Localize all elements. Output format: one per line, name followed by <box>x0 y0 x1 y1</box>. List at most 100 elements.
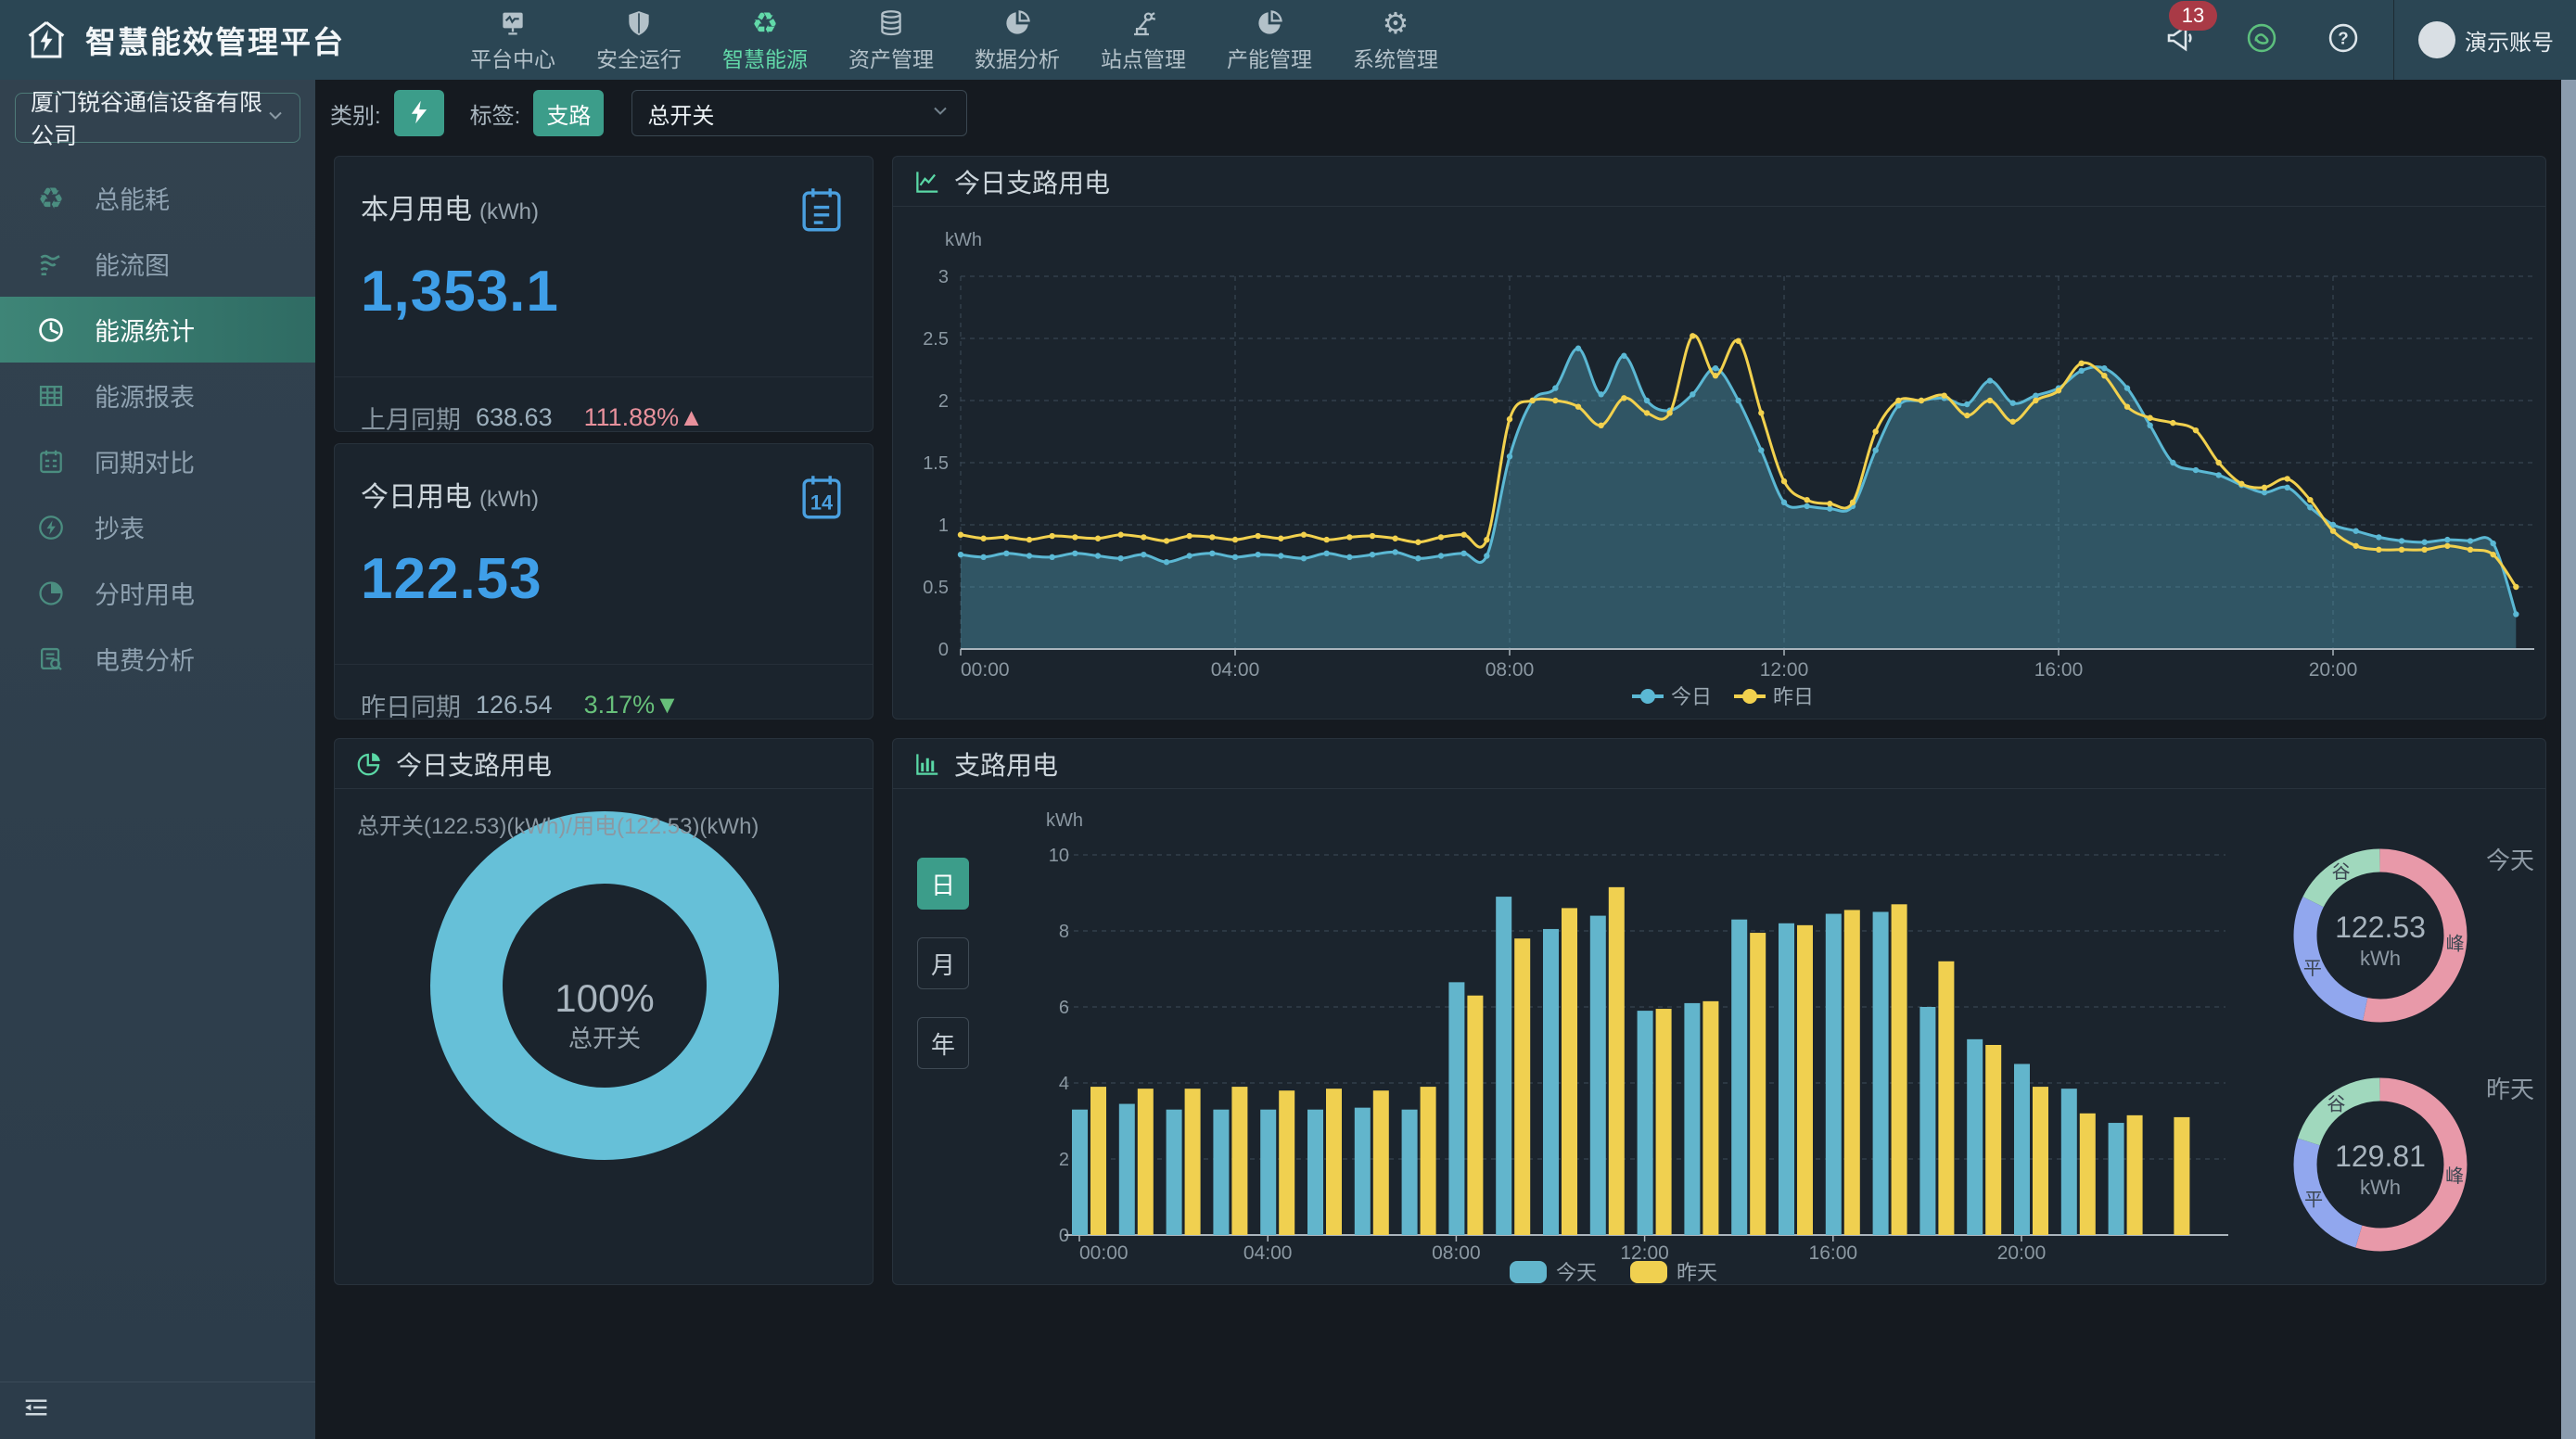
nav-item-label: 系统管理 <box>1353 42 1438 73</box>
bar-today-h15 <box>1779 923 1794 1235</box>
company-select-value: 厦门锐谷通信设备有限公司 <box>31 84 264 151</box>
sidebar-item-label: 总能耗 <box>95 180 170 216</box>
nav-item-数据分析[interactable]: 数据分析 <box>973 6 1062 73</box>
lightning-bolt-icon <box>406 99 432 128</box>
top-bar: 智慧能效管理平台 平台中心 安全运行 ♻智慧能源资产管理数据分析站点管理 产能管理 ⚙ 系… <box>0 0 2576 80</box>
app-title: 智慧能效管理平台 <box>85 18 345 62</box>
green-link-icon[interactable] <box>2245 21 2278 59</box>
bar-today-h21 <box>2061 1089 2077 1235</box>
line-chart-legend[interactable]: 今日昨日 <box>1632 685 1814 708</box>
bar-today-h11 <box>1590 916 1606 1235</box>
nav-item-资产管理[interactable]: 资产管理 <box>847 6 936 73</box>
help-icon[interactable]: ? <box>2327 21 2360 59</box>
svg-text:谷: 谷 <box>2332 861 2351 883</box>
nav-item-智慧能源[interactable]: ♻智慧能源 <box>721 6 810 73</box>
nav-item-站点管理[interactable]: 站点管理 <box>1099 6 1188 73</box>
tag-label: 标签: <box>470 97 521 130</box>
recycle-icon: ♻ <box>35 183 67 214</box>
svg-text:峰: 峰 <box>2446 933 2465 954</box>
category-electric-button[interactable] <box>394 90 444 136</box>
svg-text:昨日: 昨日 <box>1773 685 1814 708</box>
bar-today-h3 <box>1213 1110 1229 1235</box>
bar-today-h16 <box>1826 914 1842 1235</box>
branch-select-value: 总开关 <box>647 97 714 130</box>
notification-bell-icon[interactable]: 13 <box>2163 21 2197 59</box>
avatar[interactable] <box>2418 21 2455 58</box>
svg-text:10: 10 <box>1049 846 1069 866</box>
sidebar-item-能源统计[interactable]: 能源统计 <box>0 297 315 363</box>
bar-chart-legend[interactable]: 今天昨天 <box>1510 1261 1717 1284</box>
sidebar-item-同期对比[interactable]: 同期对比 <box>0 428 315 494</box>
bar-yesterday-h4 <box>1279 1090 1294 1235</box>
down-arrow-icon: ▼ <box>655 691 680 719</box>
bar-yesterday-h0 <box>1090 1087 1106 1235</box>
branch-select[interactable]: 总开关 <box>631 90 967 136</box>
percent-down: 3.17%▼ <box>584 691 680 720</box>
svg-text:总开关: 总开关 <box>568 1025 641 1052</box>
svg-text:12:00: 12:00 <box>1620 1242 1669 1264</box>
nav-item-label: 智慧能源 <box>722 42 808 73</box>
pie-chart-icon <box>355 750 383 778</box>
bar-today-h19 <box>1967 1039 1983 1235</box>
svg-text:kWh: kWh <box>2360 947 2401 970</box>
bar-today-h1 <box>1119 1104 1135 1235</box>
month-usage-value: 1,353.1 <box>361 259 559 325</box>
bar-chart-svg: kWh024681000:0004:0008:0012:0016:0020:00… <box>893 789 2545 1284</box>
bar-today-h10 <box>1543 929 1559 1235</box>
nav-item-平台中心[interactable]: 平台中心 <box>468 6 557 73</box>
flow-icon <box>35 248 67 280</box>
divider <box>335 664 873 665</box>
sidebar-item-label: 电费分析 <box>95 641 195 677</box>
svg-text:?: ? <box>2338 28 2348 47</box>
bar-today-h2 <box>1167 1110 1182 1235</box>
bar-today-h22 <box>2109 1123 2124 1235</box>
bar-today-h20 <box>2014 1064 2030 1236</box>
today-usage-compare: 昨日同期 126.54 3.17%▼ <box>361 687 680 723</box>
gear-icon: ⚙ <box>1383 6 1409 38</box>
calendar-14-icon: 14 <box>795 470 848 528</box>
tag-branch-button[interactable]: 支路 <box>533 90 604 136</box>
company-select[interactable]: 厦门锐谷通信设备有限公司 <box>15 93 300 143</box>
sidebar-item-电费分析[interactable]: 电费分析 <box>0 626 315 692</box>
sidebar-item-label: 同期对比 <box>95 443 195 479</box>
sidebar-item-能流图[interactable]: 能流图 <box>0 231 315 297</box>
line-chart-plot: kWh00.511.522.5300:0004:0008:0012:0016:0… <box>923 230 2534 681</box>
svg-text:2: 2 <box>938 391 949 412</box>
bolt-circle-icon <box>35 512 67 543</box>
sidebar-item-分时用电[interactable]: 分时用电 <box>0 560 315 626</box>
vertical-scrollbar[interactable] <box>2561 80 2576 1439</box>
bar-yesterday-h10 <box>1562 908 1577 1235</box>
svg-text:0.5: 0.5 <box>923 578 949 598</box>
bar-yesterday-h3 <box>1231 1087 1247 1235</box>
svg-text:2.5: 2.5 <box>923 329 949 350</box>
nav-item-产能管理[interactable]: 产能管理 <box>1225 6 1314 73</box>
sidebar-item-抄表[interactable]: 抄表 <box>0 494 315 560</box>
sidebar-collapse[interactable] <box>0 1382 315 1439</box>
line-chart-icon <box>913 168 941 196</box>
svg-text:昨天: 昨天 <box>2486 1076 2534 1103</box>
nav-item-系统管理[interactable]: ⚙ 系统管理 <box>1351 6 1440 73</box>
svg-text:122.53: 122.53 <box>2335 911 2426 944</box>
sidebar-item-总能耗[interactable]: ♻ 总能耗 <box>0 165 315 231</box>
svg-text:16:00: 16:00 <box>1809 1242 1858 1264</box>
sidebar-menu: ♻ 总能耗能流图能源统计能源报表同期对比抄表分时用电电费分析 <box>0 165 315 692</box>
nav-item-安全运行[interactable]: 安全运行 <box>594 6 683 73</box>
category-label: 类别: <box>330 97 381 130</box>
account-name[interactable]: 演示账号 <box>2465 24 2554 57</box>
bar-today-h14 <box>1731 920 1747 1235</box>
nav-item-label: 平台中心 <box>470 42 555 73</box>
percent-up: 111.88%▲ <box>584 403 704 432</box>
bar-yesterday-h18 <box>1938 961 1954 1235</box>
bar-today-h17 <box>1873 912 1889 1236</box>
svg-text:4: 4 <box>1059 1074 1069 1094</box>
bar-yesterday-h22 <box>2127 1115 2143 1235</box>
total-switch-donut: 100%总开关 <box>466 847 743 1124</box>
line-chart-svg: kWh00.511.522.5300:0004:0008:0012:0016:0… <box>893 207 2545 719</box>
bar-today-h8 <box>1448 982 1464 1235</box>
donut-card-title: 今日支路用电 <box>396 745 552 783</box>
svg-text:00:00: 00:00 <box>1079 1242 1129 1264</box>
svg-text:16:00: 16:00 <box>2034 659 2084 681</box>
sidebar-item-能源报表[interactable]: 能源报表 <box>0 363 315 428</box>
sidebar-item-label: 能源报表 <box>95 377 195 414</box>
nav-item-label: 站点管理 <box>1101 42 1186 73</box>
